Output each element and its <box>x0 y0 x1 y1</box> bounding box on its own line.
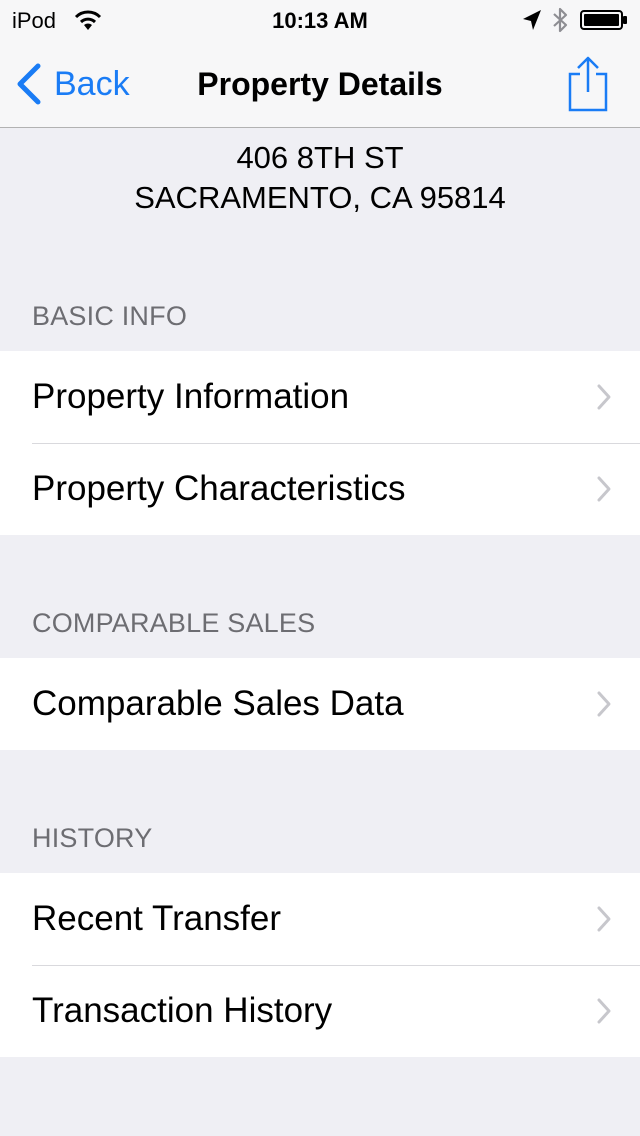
cell-label: Recent Transfer <box>32 899 281 938</box>
bluetooth-icon <box>553 7 568 33</box>
status-time: 10:13 AM <box>272 8 368 33</box>
location-arrow-icon <box>523 10 541 30</box>
cell-label: Comparable Sales Data <box>32 684 404 723</box>
property-address: 406 8TH ST SACRAMENTO, CA 95814 <box>0 138 640 218</box>
cell-comparable-sales-data[interactable]: Comparable Sales Data <box>0 658 640 750</box>
address-line-2: SACRAMENTO, CA 95814 <box>134 180 506 215</box>
chevron-right-icon <box>597 476 611 502</box>
cell-recent-transfer[interactable]: Recent Transfer <box>0 873 640 965</box>
section-header-comparable-sales: COMPARABLE SALES <box>32 608 316 638</box>
group-comparable-sales: Comparable Sales Data <box>0 658 640 750</box>
cell-label: Transaction History <box>32 991 333 1030</box>
chevron-right-icon <box>597 691 611 717</box>
share-icon[interactable] <box>564 54 612 114</box>
cell-transaction-history[interactable]: Transaction History <box>0 965 640 1057</box>
cell-label: Property Characteristics <box>32 469 406 508</box>
screen: iPod 10:13 AM Back Property Details 406 … <box>0 0 640 1136</box>
status-bar: iPod 10:13 AM <box>0 0 640 40</box>
page-title: Property Details <box>197 66 443 102</box>
chevron-right-icon <box>597 906 611 932</box>
section-header-basic-info: BASIC INFO <box>32 301 188 331</box>
address-line-1: 406 8TH ST <box>236 140 404 175</box>
battery-icon <box>580 10 627 30</box>
cell-property-information[interactable]: Property Information <box>0 351 640 443</box>
cell-label: Property Information <box>32 377 350 416</box>
cell-property-characteristics[interactable]: Property Characteristics <box>0 443 640 535</box>
group-basic-info: Property Information Property Characteri… <box>0 351 640 535</box>
header: iPod 10:13 AM Back Property Details <box>0 0 640 128</box>
chevron-right-icon <box>597 998 611 1024</box>
navigation-bar: Back Property Details <box>0 40 640 128</box>
group-history: Recent Transfer Transaction History <box>0 873 640 1057</box>
chevron-right-icon <box>597 384 611 410</box>
section-header-history: HISTORY <box>32 823 153 853</box>
